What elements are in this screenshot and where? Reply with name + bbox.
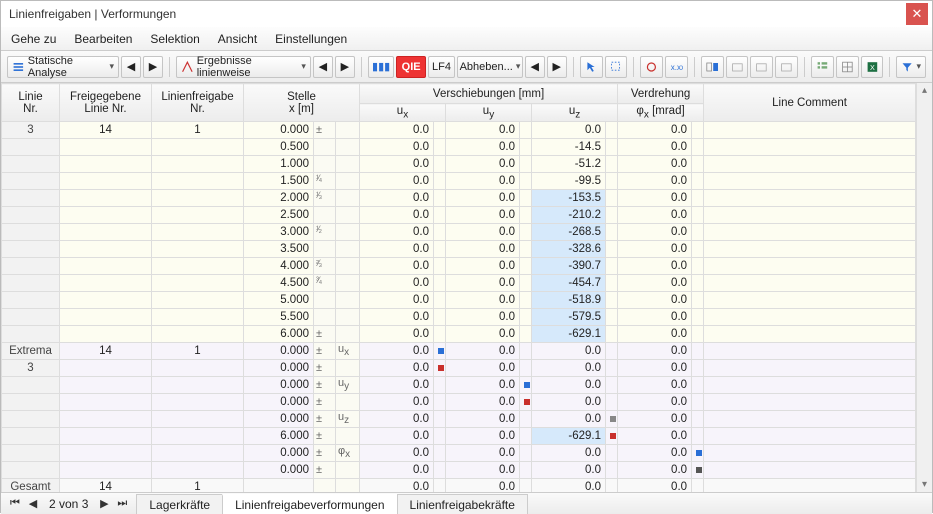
header-uy[interactable]: uy	[446, 104, 532, 122]
svg-text:x.xx: x.xx	[671, 63, 683, 72]
filter-icon[interactable]	[896, 56, 926, 78]
lc-next-icon[interactable]: ▶	[547, 56, 567, 78]
table-row: 1.0000.00.0-51.20.0	[2, 156, 916, 173]
pager: ⏮ ◀ 2 von 3 ▶ ⏭	[1, 493, 136, 514]
menu-gehezu[interactable]: Gehe zu	[11, 32, 56, 46]
grid-icon[interactable]	[836, 56, 859, 78]
toolbar: Statische Analyse ◀ ▶ Ergebnisse linienw…	[1, 51, 932, 83]
table-row: 30.000±0.00.00.00.0	[2, 360, 916, 377]
table-row: 5.5000.00.0-579.50.0	[2, 309, 916, 326]
nav-next-icon[interactable]: ▶	[143, 56, 163, 78]
loadcase-label[interactable]: LF4	[428, 56, 455, 78]
table-row: 0.000±uy0.00.00.00.0	[2, 377, 916, 394]
pager-prev-icon[interactable]: ◀	[25, 497, 41, 510]
header-displacement-group[interactable]: Verschiebungen [mm]	[360, 84, 618, 104]
header-phi[interactable]: φx [mrad]	[618, 104, 704, 122]
window-tile-icon[interactable]	[701, 56, 724, 78]
header-x[interactable]: Stellex [m]	[244, 84, 360, 122]
excel-icon[interactable]: X	[861, 56, 884, 78]
bottom-tab[interactable]: Lagerkräfte	[136, 494, 223, 514]
window-title: Linienfreigaben | Verformungen	[9, 7, 176, 21]
results-next-icon[interactable]: ▶	[335, 56, 355, 78]
header-nr[interactable]: LinieNr.	[2, 84, 60, 122]
results-table: LinieNr. FreigegebeneLinie Nr. Linienfre…	[1, 83, 916, 492]
flag-icon[interactable]: ▮▮▮	[368, 56, 395, 78]
table-row: 4.500³⁄₄0.00.0-454.70.0	[2, 275, 916, 292]
pager-first-icon[interactable]: ⏮	[7, 497, 23, 510]
table-row: 0.5000.00.0-14.50.0	[2, 139, 916, 156]
header-release[interactable]: LinienfreigabeNr.	[152, 84, 244, 122]
header-uz[interactable]: uz	[532, 104, 618, 122]
header-rotation-group[interactable]: Verdrehung	[618, 84, 704, 104]
table-row: Gesamt1410.00.00.00.0	[2, 479, 916, 493]
table-row: 0.000±0.00.00.00.0	[2, 462, 916, 479]
pager-last-icon[interactable]: ⏭	[114, 497, 130, 510]
results-dropdown[interactable]: Ergebnisse linienweise	[176, 56, 311, 78]
bottom-tab[interactable]: Linienfreigabeverformungen	[222, 494, 397, 514]
pointer-icon[interactable]	[580, 56, 603, 78]
table-row: 1.500¹⁄₄0.00.0-99.50.0	[2, 173, 916, 190]
table-row: 0.000±uz0.00.00.00.0	[2, 411, 916, 428]
table-row: 6.000±0.00.0-629.10.0	[2, 326, 916, 343]
table-row: 3.5000.00.0-328.60.0	[2, 241, 916, 258]
table-row: Extrema1410.000±ux0.00.00.00.0	[2, 343, 916, 360]
menu-bar: Gehe zu Bearbeiten Selektion Ansicht Ein…	[1, 27, 932, 51]
abheben-dropdown[interactable]: Abheben...	[457, 56, 523, 78]
svg-text:X: X	[870, 63, 875, 72]
menu-ansicht[interactable]: Ansicht	[218, 32, 257, 46]
window-icon-c[interactable]	[775, 56, 798, 78]
table-row: 3.000¹⁄₂0.00.0-268.50.0	[2, 224, 916, 241]
header-line[interactable]: FreigegebeneLinie Nr.	[60, 84, 152, 122]
header-comment[interactable]: Line Comment	[704, 84, 916, 122]
table-row: 2.000¹⁄₃0.00.0-153.50.0	[2, 190, 916, 207]
scroll-down-icon[interactable]: ▾	[922, 479, 927, 490]
analysis-dropdown[interactable]: Statische Analyse	[7, 56, 119, 78]
close-button[interactable]: ✕	[906, 3, 928, 25]
tool-icon-2[interactable]: x.xx	[665, 56, 688, 78]
menu-bearbeiten[interactable]: Bearbeiten	[74, 32, 132, 46]
title-bar: Linienfreigaben | Verformungen ✕	[1, 1, 932, 27]
select-box-icon[interactable]	[605, 56, 628, 78]
status-bar: ⏮ ◀ 2 von 3 ▶ ⏭ LagerkräfteLinienfreigab…	[1, 492, 932, 514]
lc-prev-icon[interactable]: ◀	[525, 56, 545, 78]
vertical-scrollbar[interactable]: ▴ ▾	[916, 83, 932, 492]
table-row: 4.000²⁄₃0.00.0-390.70.0	[2, 258, 916, 275]
window-icon-b[interactable]	[750, 56, 773, 78]
table-row: 0.000±φx0.00.00.00.0	[2, 445, 916, 462]
menu-einstellungen[interactable]: Einstellungen	[275, 32, 347, 46]
bottom-tabs: LagerkräfteLinienfreigabeverformungenLin…	[136, 493, 527, 514]
pager-label: 2 von 3	[43, 497, 94, 511]
table-row: 5.0000.00.0-518.90.0	[2, 292, 916, 309]
pager-next-icon[interactable]: ▶	[96, 497, 112, 510]
header-ux[interactable]: ux	[360, 104, 446, 122]
qie-button[interactable]: QIE	[396, 56, 425, 78]
nav-prev-icon[interactable]: ◀	[121, 56, 141, 78]
tool-icon-1[interactable]	[640, 56, 663, 78]
menu-selektion[interactable]: Selektion	[150, 32, 199, 46]
table-row: 2.5000.00.0-210.20.0	[2, 207, 916, 224]
list-icon[interactable]	[811, 56, 834, 78]
results-prev-icon[interactable]: ◀	[313, 56, 333, 78]
table-row: 6.000±0.00.0-629.10.0	[2, 428, 916, 445]
scroll-up-icon[interactable]: ▴	[922, 85, 927, 96]
table-row: 0.000±0.00.00.00.0	[2, 394, 916, 411]
window-icon-a[interactable]	[726, 56, 749, 78]
table-row: 31410.000±0.00.00.00.0	[2, 122, 916, 139]
bottom-tab[interactable]: Linienfreigabekräfte	[397, 494, 528, 514]
